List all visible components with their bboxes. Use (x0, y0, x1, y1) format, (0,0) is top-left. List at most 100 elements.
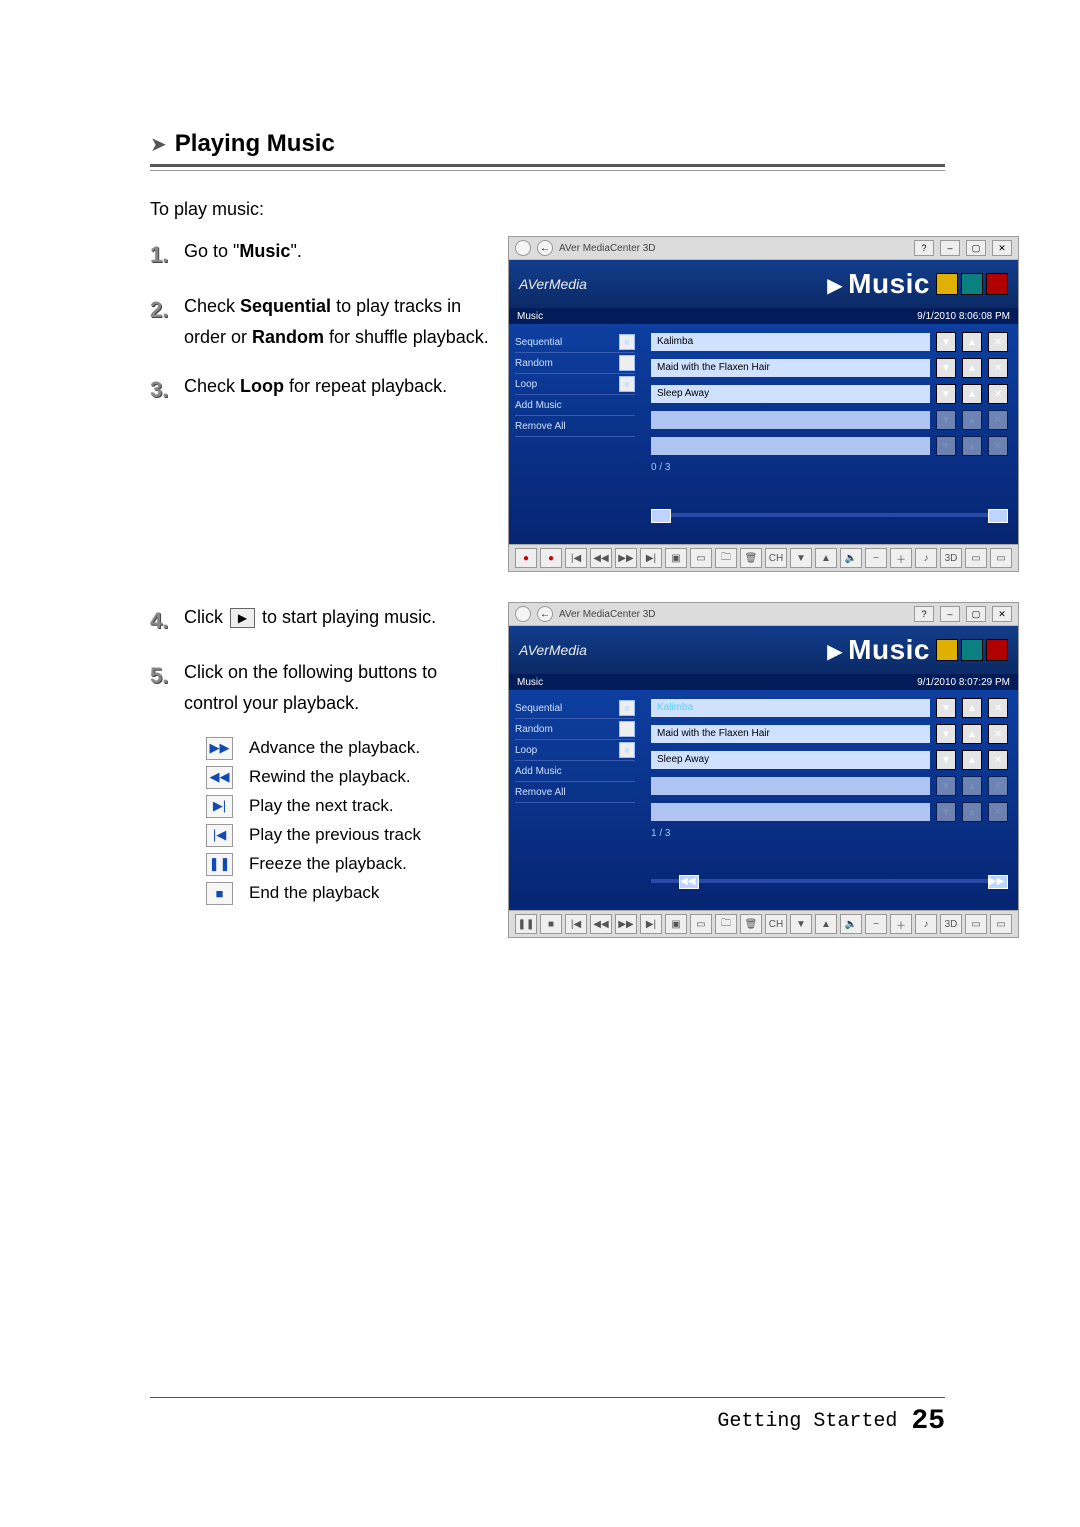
track-row[interactable]: Kalimba▼▲✕ (651, 332, 1008, 352)
prev-icon[interactable]: |◀ (565, 548, 587, 568)
back-icon[interactable]: ← (537, 606, 553, 622)
mute-icon[interactable]: 🔈 (840, 548, 862, 568)
ch-down-icon[interactable]: ▼ (790, 548, 812, 568)
channel-button[interactable]: CH (765, 914, 787, 934)
tile-icon (936, 273, 958, 295)
prev-icon[interactable]: |◀ (565, 914, 587, 934)
record-icon[interactable]: ● (515, 548, 537, 568)
sidebar-item-random[interactable]: Random (515, 719, 635, 740)
track-row[interactable]: Kalimba▼▲✕ (651, 698, 1008, 718)
sidebar-item-remove[interactable]: Remove All (515, 782, 635, 803)
sidebar-item-sequential[interactable]: Sequential■ (515, 698, 635, 719)
sidebar-item-add[interactable]: Add Music (515, 395, 635, 416)
aspect-icon[interactable]: ▭ (690, 548, 712, 568)
screenshot-1: ← AVer MediaCenter 3D ? – ▢ ✕ AVerMedia … (508, 236, 1019, 572)
step-number: 4. (150, 602, 176, 639)
next-icon[interactable]: ▶| (640, 914, 662, 934)
misc-icon[interactable]: ▭ (965, 548, 987, 568)
section-label: Music (848, 634, 930, 666)
down-icon[interactable]: ▼ (936, 384, 956, 404)
ch-up-icon[interactable]: ▲ (815, 548, 837, 568)
mute-icon[interactable]: 🔈 (840, 914, 862, 934)
play-icon: ▶ (230, 608, 255, 628)
back-icon[interactable]: ← (537, 240, 553, 256)
rewind-icon[interactable]: ◀◀ (590, 914, 612, 934)
seek-bar[interactable]: ◀◀▶▶ (651, 879, 1008, 889)
stop-icon: ■ (206, 882, 233, 905)
app-icon (515, 606, 531, 622)
remove-icon[interactable]: ✕ (988, 332, 1008, 352)
up-icon[interactable]: ▲ (962, 358, 982, 378)
minimize-icon[interactable]: – (940, 606, 960, 622)
heading-text: Playing Music (175, 130, 335, 158)
help-icon[interactable]: ? (914, 606, 934, 622)
aspect-icon[interactable]: ▭ (690, 914, 712, 934)
threeD-button[interactable]: 3D (940, 914, 962, 934)
misc-icon[interactable]: ▭ (965, 914, 987, 934)
down-icon[interactable]: ▼ (936, 332, 956, 352)
up-icon[interactable]: ▲ (962, 332, 982, 352)
forward-icon[interactable]: ▶▶ (615, 914, 637, 934)
trash-icon[interactable]: 🗑 (740, 548, 762, 568)
sidebar-item-random[interactable]: Random (515, 353, 635, 374)
channel-button[interactable]: CH (765, 548, 787, 568)
vol-down-icon[interactable]: − (865, 914, 887, 934)
folder-icon[interactable]: 🗀 (715, 914, 737, 934)
sidebar-item-remove[interactable]: Remove All (515, 416, 635, 437)
pause-icon[interactable]: ❚❚ (515, 914, 537, 934)
note-icon[interactable]: ♪ (915, 914, 937, 934)
folder-icon[interactable]: 🗀 (715, 548, 737, 568)
section-label: Music (848, 268, 930, 300)
record2-icon[interactable]: ● (540, 548, 562, 568)
seek-bar[interactable] (651, 513, 1008, 523)
brand-label: AVerMedia (519, 276, 587, 292)
sidebar-item-sequential[interactable]: Sequential■ (515, 332, 635, 353)
sidebar-item-loop[interactable]: Loop■ (515, 374, 635, 395)
intro-text: To play music: (150, 199, 945, 220)
track-row[interactable]: Sleep Away▼▲✕ (651, 384, 1008, 404)
down-icon[interactable]: ▼ (936, 358, 956, 378)
maximize-icon[interactable]: ▢ (966, 606, 986, 622)
transport-controls: ● ● |◀ ◀◀ ▶▶ ▶| ▣ ▭ 🗀 🗑 CH ▼ ▲ 🔈 − ＋ ♪ 3… (509, 544, 1018, 571)
track-row[interactable]: Maid with the Flaxen Hair▼▲✕ (651, 724, 1008, 744)
remove-icon[interactable]: ✕ (988, 384, 1008, 404)
up-icon[interactable]: ▲ (962, 384, 982, 404)
next-icon[interactable]: ▶| (640, 548, 662, 568)
sidebar-item-add[interactable]: Add Music (515, 761, 635, 782)
misc2-icon[interactable]: ▭ (990, 914, 1012, 934)
snapshot-icon[interactable]: ▣ (665, 548, 687, 568)
forward-icon[interactable]: ▶▶ (615, 548, 637, 568)
ch-up-icon[interactable]: ▲ (815, 914, 837, 934)
sidebar: Sequential■ Random Loop■ Add Music Remov… (509, 690, 641, 910)
stop-icon[interactable]: ■ (540, 914, 562, 934)
forward-icon: ▶▶ (206, 737, 233, 760)
breadcrumb: Music 9/1/2010 8:07:29 PM (509, 674, 1018, 690)
track-row[interactable]: Sleep Away▼▲✕ (651, 750, 1008, 770)
vol-up-icon[interactable]: ＋ (890, 914, 912, 934)
vol-up-icon[interactable]: ＋ (890, 548, 912, 568)
help-icon[interactable]: ? (914, 240, 934, 256)
trash-icon[interactable]: 🗑 (740, 914, 762, 934)
step-5: 5. Click on the following buttons to con… (150, 657, 490, 718)
ch-down-icon[interactable]: ▼ (790, 914, 812, 934)
rewind-icon[interactable]: ◀◀ (590, 548, 612, 568)
threeD-button[interactable]: 3D (940, 548, 962, 568)
note-icon[interactable]: ♪ (915, 548, 937, 568)
step-number: 1. (150, 236, 176, 273)
sidebar-item-loop[interactable]: Loop■ (515, 740, 635, 761)
tile-icon (986, 273, 1008, 295)
close-icon[interactable]: ✕ (992, 606, 1012, 622)
section-heading: ➤ Playing Music (150, 130, 945, 158)
sidebar: Sequential■ Random Loop■ Add Music Remov… (509, 324, 641, 544)
rewind-icon: ◀◀ (206, 766, 233, 789)
remove-icon[interactable]: ✕ (988, 358, 1008, 378)
maximize-icon[interactable]: ▢ (966, 240, 986, 256)
vol-down-icon[interactable]: − (865, 548, 887, 568)
misc2-icon[interactable]: ▭ (990, 548, 1012, 568)
track-row[interactable]: Maid with the Flaxen Hair▼▲✕ (651, 358, 1008, 378)
step-3: 3. Check Loop for repeat playback. (150, 371, 490, 408)
close-icon[interactable]: ✕ (992, 240, 1012, 256)
minimize-icon[interactable]: – (940, 240, 960, 256)
page-number: 25 (911, 1406, 945, 1437)
snapshot-icon[interactable]: ▣ (665, 914, 687, 934)
